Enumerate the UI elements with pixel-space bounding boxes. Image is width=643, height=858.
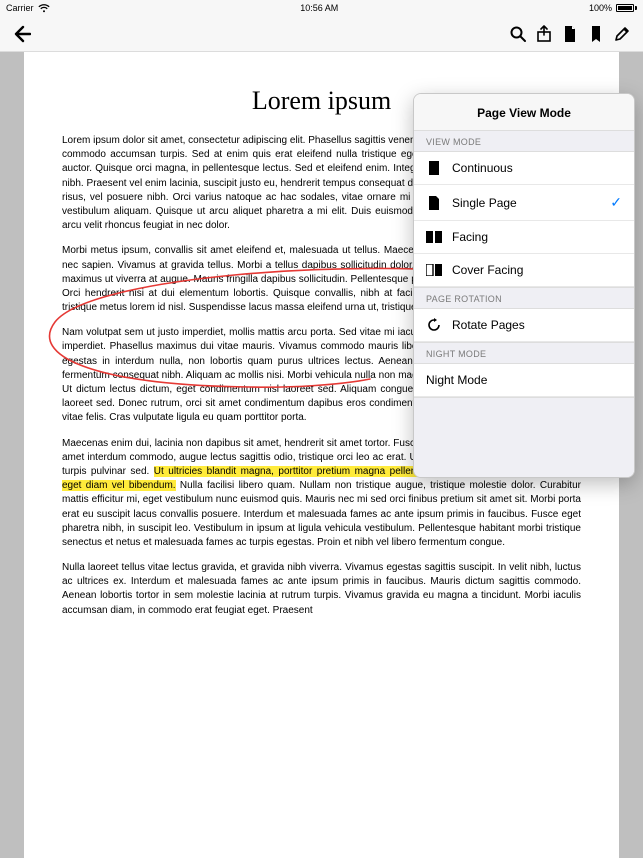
- cover-facing-icon: [426, 264, 442, 276]
- section-header-rotation: PAGE ROTATION: [414, 287, 634, 309]
- row-label: Continuous: [452, 161, 513, 175]
- toolbar: [0, 16, 643, 52]
- single-page-icon: [426, 196, 442, 210]
- document-viewport[interactable]: Lorem ipsum Lorem ipsum dolor sit amet, …: [0, 52, 643, 858]
- bookmark-icon[interactable]: [583, 21, 609, 47]
- row-label: Single Page: [452, 196, 517, 210]
- search-icon[interactable]: [505, 21, 531, 47]
- edit-icon[interactable]: [609, 21, 635, 47]
- section-header-night: NIGHT MODE: [414, 342, 634, 364]
- view-mode-single[interactable]: Single Page ✓: [414, 185, 634, 221]
- checkmark-icon: ✓: [610, 194, 622, 211]
- clock: 10:56 AM: [300, 3, 338, 13]
- share-icon[interactable]: [531, 21, 557, 47]
- continuous-icon: [426, 161, 442, 175]
- page-view-popover: Page View Mode VIEW MODE Continuous Sing…: [413, 93, 635, 478]
- view-mode-cover-facing[interactable]: Cover Facing: [414, 254, 634, 287]
- page-view-icon[interactable]: [557, 21, 583, 47]
- row-label: Facing: [452, 230, 488, 244]
- facing-icon: [426, 231, 442, 243]
- battery-icon: [616, 4, 637, 12]
- back-button[interactable]: [8, 21, 34, 47]
- view-mode-facing[interactable]: Facing: [414, 221, 634, 254]
- row-label: Night Mode: [426, 373, 487, 387]
- row-label: Rotate Pages: [452, 318, 525, 332]
- battery-percent: 100%: [589, 3, 612, 13]
- view-mode-continuous[interactable]: Continuous: [414, 152, 634, 185]
- wifi-icon: [38, 4, 50, 13]
- carrier-label: Carrier: [6, 3, 34, 13]
- row-label: Cover Facing: [452, 263, 523, 277]
- section-header-view-mode: VIEW MODE: [414, 130, 634, 152]
- popover-title: Page View Mode: [414, 94, 634, 130]
- status-bar: Carrier 10:56 AM 100%: [0, 0, 643, 16]
- paragraph: Nulla laoreet tellus vitae lectus gravid…: [62, 561, 581, 618]
- rotate-pages[interactable]: Rotate Pages: [414, 309, 634, 342]
- night-mode[interactable]: Night Mode: [414, 364, 634, 397]
- rotate-icon: [426, 318, 442, 332]
